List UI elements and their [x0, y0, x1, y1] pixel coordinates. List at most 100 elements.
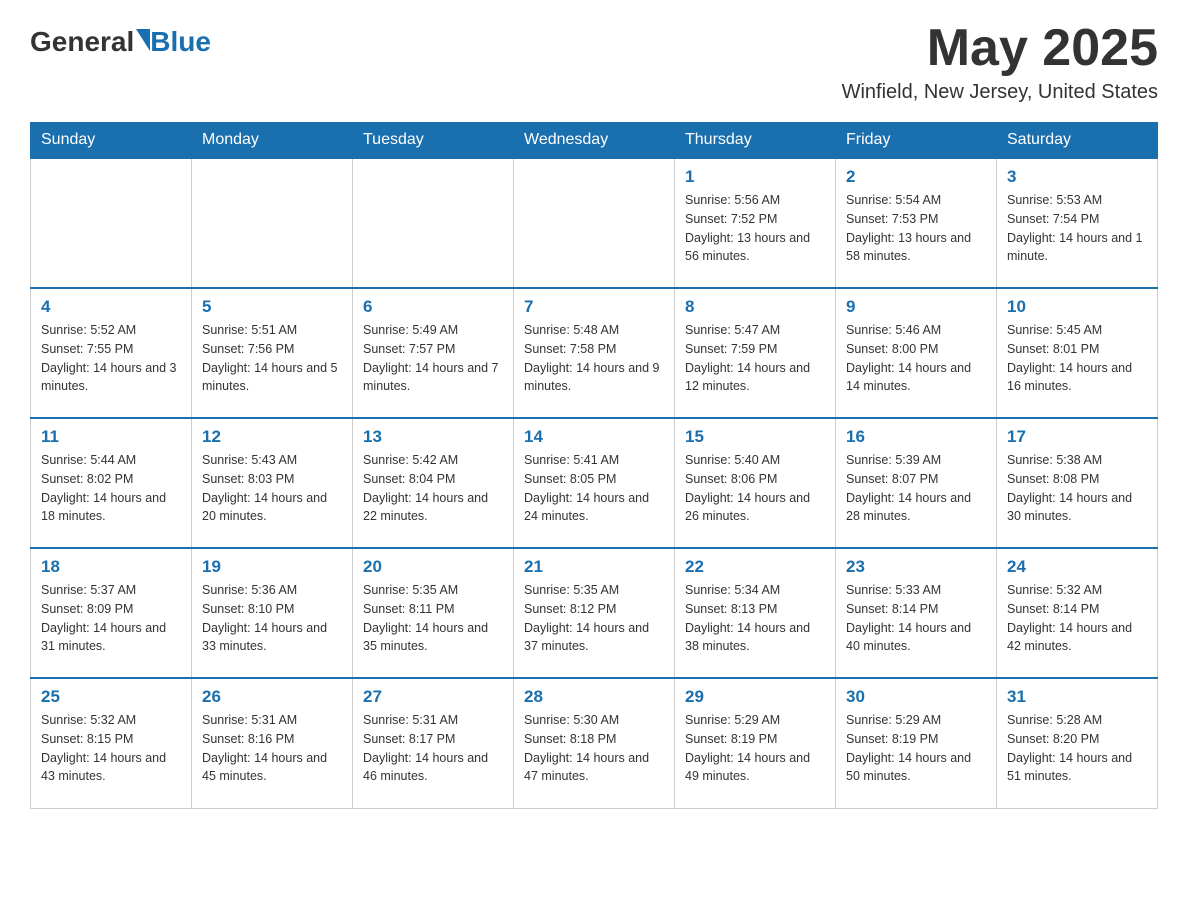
calendar-cell: 15 Sunrise: 5:40 AMSunset: 8:06 PMDayligh… — [675, 418, 836, 548]
calendar-cell: 7Sunrise: 5:48 AMSunset: 7:58 PMDaylight… — [514, 288, 675, 418]
logo-general-text: General — [30, 26, 134, 58]
day-info: Sunrise: 5:28 AMSunset: 8:20 PMDaylight:… — [1007, 711, 1147, 786]
day-number: 13 — [363, 427, 503, 447]
calendar-cell — [353, 158, 514, 288]
calendar-cell: 19Sunrise: 5:36 AMSunset: 8:10 PMDayligh… — [192, 548, 353, 678]
day-number: 26 — [202, 687, 342, 707]
calendar-cell: 31Sunrise: 5:28 AMSunset: 8:20 PMDayligh… — [997, 678, 1158, 808]
calendar-cell: 29 Sunrise: 5:29 AMSunset: 8:19 PMDayligh… — [675, 678, 836, 808]
calendar-title: May 2025 — [842, 20, 1158, 77]
day-info: Sunrise: 5:42 AMSunset: 8:04 PMDaylight:… — [363, 451, 503, 526]
calendar-cell: 16Sunrise: 5:39 AMSunset: 8:07 PMDayligh… — [836, 418, 997, 548]
day-info: Sunrise: 5:51 AMSunset: 7:56 PMDaylight:… — [202, 321, 342, 396]
day-number: 9 — [846, 297, 986, 317]
calendar-subtitle: Winfield, New Jersey, United States — [842, 81, 1158, 104]
day-number: 25 — [41, 687, 181, 707]
day-info: Sunrise: 5:32 AMSunset: 8:15 PMDaylight:… — [41, 711, 181, 786]
calendar-cell: 9 Sunrise: 5:46 AMSunset: 8:00 PMDaylight… — [836, 288, 997, 418]
day-info: Sunrise: 5:37 AMSunset: 8:09 PMDaylight:… — [41, 581, 181, 656]
calendar-cell: 14 Sunrise: 5:41 AMSunset: 8:05 PMDayligh… — [514, 418, 675, 548]
day-number: 5 — [202, 297, 342, 317]
calendar-week-row: 25 Sunrise: 5:32 AMSunset: 8:15 PMDayligh… — [31, 678, 1158, 808]
day-number: 28 — [524, 687, 664, 707]
day-info: Sunrise: 5:29 AMSunset: 8:19 PMDaylight:… — [846, 711, 986, 786]
day-number: 2 — [846, 167, 986, 187]
calendar-cell: 13 Sunrise: 5:42 AMSunset: 8:04 PMDayligh… — [353, 418, 514, 548]
day-info: Sunrise: 5:36 AMSunset: 8:10 PMDaylight:… — [202, 581, 342, 656]
day-number: 14 — [524, 427, 664, 447]
column-header-saturday: Saturday — [997, 123, 1158, 159]
day-number: 21 — [524, 557, 664, 577]
calendar-cell: 24Sunrise: 5:32 AMSunset: 8:14 PMDayligh… — [997, 548, 1158, 678]
day-info: Sunrise: 5:30 AMSunset: 8:18 PMDaylight:… — [524, 711, 664, 786]
calendar-cell — [514, 158, 675, 288]
calendar-cell: 21 Sunrise: 5:35 AMSunset: 8:12 PMDayligh… — [514, 548, 675, 678]
column-header-tuesday: Tuesday — [353, 123, 514, 159]
day-info: Sunrise: 5:35 AMSunset: 8:12 PMDaylight:… — [524, 581, 664, 656]
day-info: Sunrise: 5:29 AMSunset: 8:19 PMDaylight:… — [685, 711, 825, 786]
calendar-cell: 3 Sunrise: 5:53 AMSunset: 7:54 PMDaylight… — [997, 158, 1158, 288]
calendar-week-row: 1Sunrise: 5:56 AMSunset: 7:52 PMDaylight… — [31, 158, 1158, 288]
day-info: Sunrise: 5:43 AMSunset: 8:03 PMDaylight:… — [202, 451, 342, 526]
logo-triangle-icon — [136, 29, 150, 51]
day-info: Sunrise: 5:31 AMSunset: 8:16 PMDaylight:… — [202, 711, 342, 786]
column-header-wednesday: Wednesday — [514, 123, 675, 159]
day-number: 4 — [41, 297, 181, 317]
day-info: Sunrise: 5:46 AMSunset: 8:00 PMDaylight:… — [846, 321, 986, 396]
calendar-cell: 20 Sunrise: 5:35 AMSunset: 8:11 PMDayligh… — [353, 548, 514, 678]
day-number: 6 — [363, 297, 503, 317]
calendar-cell: 2 Sunrise: 5:54 AMSunset: 7:53 PMDaylight… — [836, 158, 997, 288]
day-info: Sunrise: 5:41 AMSunset: 8:05 PMDaylight:… — [524, 451, 664, 526]
calendar-cell: 26 Sunrise: 5:31 AMSunset: 8:16 PMDayligh… — [192, 678, 353, 808]
column-header-thursday: Thursday — [675, 123, 836, 159]
day-number: 29 — [685, 687, 825, 707]
column-header-monday: Monday — [192, 123, 353, 159]
day-number: 11 — [41, 427, 181, 447]
column-header-sunday: Sunday — [31, 123, 192, 159]
calendar-cell: 30 Sunrise: 5:29 AMSunset: 8:19 PMDayligh… — [836, 678, 997, 808]
day-number: 22 — [685, 557, 825, 577]
calendar-header-row: SundayMondayTuesdayWednesdayThursdayFrid… — [31, 123, 1158, 159]
day-info: Sunrise: 5:31 AMSunset: 8:17 PMDaylight:… — [363, 711, 503, 786]
day-info: Sunrise: 5:34 AMSunset: 8:13 PMDaylight:… — [685, 581, 825, 656]
column-header-friday: Friday — [836, 123, 997, 159]
calendar-cell: 5 Sunrise: 5:51 AMSunset: 7:56 PMDaylight… — [192, 288, 353, 418]
calendar-cell — [192, 158, 353, 288]
day-number: 1 — [685, 167, 825, 187]
calendar-cell: 28 Sunrise: 5:30 AMSunset: 8:18 PMDayligh… — [514, 678, 675, 808]
day-info: Sunrise: 5:40 AMSunset: 8:06 PMDaylight:… — [685, 451, 825, 526]
title-section: May 2025 Winfield, New Jersey, United St… — [842, 20, 1158, 104]
calendar-cell: 23Sunrise: 5:33 AMSunset: 8:14 PMDayligh… — [836, 548, 997, 678]
day-number: 30 — [846, 687, 986, 707]
calendar-cell — [31, 158, 192, 288]
day-number: 17 — [1007, 427, 1147, 447]
day-number: 16 — [846, 427, 986, 447]
day-info: Sunrise: 5:49 AMSunset: 7:57 PMDaylight:… — [363, 321, 503, 396]
day-number: 15 — [685, 427, 825, 447]
day-info: Sunrise: 5:32 AMSunset: 8:14 PMDaylight:… — [1007, 581, 1147, 656]
day-info: Sunrise: 5:33 AMSunset: 8:14 PMDaylight:… — [846, 581, 986, 656]
calendar-cell: 17 Sunrise: 5:38 AMSunset: 8:08 PMDayligh… — [997, 418, 1158, 548]
day-info: Sunrise: 5:54 AMSunset: 7:53 PMDaylight:… — [846, 191, 986, 266]
calendar-cell: 12 Sunrise: 5:43 AMSunset: 8:03 PMDayligh… — [192, 418, 353, 548]
day-number: 7 — [524, 297, 664, 317]
calendar-week-row: 4 Sunrise: 5:52 AMSunset: 7:55 PMDaylight… — [31, 288, 1158, 418]
calendar-cell: 25 Sunrise: 5:32 AMSunset: 8:15 PMDayligh… — [31, 678, 192, 808]
day-info: Sunrise: 5:47 AMSunset: 7:59 PMDaylight:… — [685, 321, 825, 396]
calendar-cell: 1Sunrise: 5:56 AMSunset: 7:52 PMDaylight… — [675, 158, 836, 288]
day-info: Sunrise: 5:38 AMSunset: 8:08 PMDaylight:… — [1007, 451, 1147, 526]
day-number: 20 — [363, 557, 503, 577]
day-number: 18 — [41, 557, 181, 577]
day-number: 3 — [1007, 167, 1147, 187]
day-info: Sunrise: 5:52 AMSunset: 7:55 PMDaylight:… — [41, 321, 181, 396]
calendar-cell: 10Sunrise: 5:45 AMSunset: 8:01 PMDayligh… — [997, 288, 1158, 418]
day-info: Sunrise: 5:45 AMSunset: 8:01 PMDaylight:… — [1007, 321, 1147, 396]
day-number: 12 — [202, 427, 342, 447]
page-header: General Blue May 2025 Winfield, New Jers… — [30, 20, 1158, 104]
day-info: Sunrise: 5:35 AMSunset: 8:11 PMDaylight:… — [363, 581, 503, 656]
day-info: Sunrise: 5:53 AMSunset: 7:54 PMDaylight:… — [1007, 191, 1147, 266]
calendar-cell: 6 Sunrise: 5:49 AMSunset: 7:57 PMDaylight… — [353, 288, 514, 418]
logo: General Blue — [30, 26, 211, 58]
calendar-cell: 27Sunrise: 5:31 AMSunset: 8:17 PMDayligh… — [353, 678, 514, 808]
calendar-week-row: 11Sunrise: 5:44 AMSunset: 8:02 PMDayligh… — [31, 418, 1158, 548]
